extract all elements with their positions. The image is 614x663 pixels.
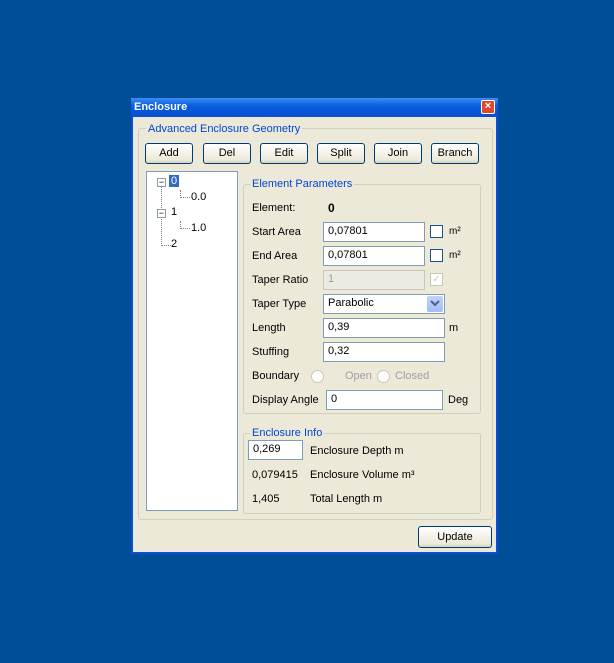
taper-type-value: Parabolic	[328, 297, 374, 309]
element-value: 0	[328, 201, 335, 215]
tree-line	[161, 245, 171, 246]
taper-ratio-label: Taper Ratio	[252, 274, 309, 286]
end-area-unit: m²	[449, 250, 461, 261]
update-button[interactable]: Update	[418, 526, 492, 548]
end-area-label: End Area	[252, 250, 298, 262]
enclosure-depth-label: Enclosure Depth m	[310, 445, 404, 457]
stuffing-label: Stuffing	[252, 346, 290, 358]
close-button[interactable]: ×	[481, 100, 495, 114]
tree-line	[180, 228, 190, 229]
start-area-label: Start Area	[252, 226, 301, 238]
taper-ratio-input: 1	[323, 270, 425, 290]
enclosure-volume-value: 0,079415	[252, 469, 298, 481]
add-button[interactable]: Add	[145, 143, 193, 164]
chevron-down-icon[interactable]	[427, 296, 443, 312]
edit-button[interactable]: Edit	[260, 143, 308, 164]
taper-type-select[interactable]: Parabolic	[323, 294, 445, 314]
element-parameters-legend: Element Parameters	[250, 178, 355, 190]
start-area-checkbox[interactable]	[430, 225, 443, 238]
enclosure-volume-label: Enclosure Volume m³	[310, 469, 415, 481]
collapse-icon[interactable]: −	[157, 178, 166, 187]
tree-item-1[interactable]: 1	[171, 206, 177, 218]
length-unit: m	[449, 322, 459, 334]
boundary-open-radio	[311, 370, 324, 383]
end-area-checkbox[interactable]	[430, 249, 443, 262]
display-angle-label: Display Angle	[252, 394, 319, 406]
length-label: Length	[252, 322, 286, 334]
display-angle-unit: Deg	[448, 394, 469, 406]
boundary-closed-radio	[377, 370, 390, 383]
tree-item-2[interactable]: 2	[171, 238, 177, 250]
element-label: Element:	[252, 202, 296, 214]
geometry-legend: Advanced Enclosure Geometry	[146, 123, 303, 135]
display-angle-input[interactable]: 0	[326, 390, 443, 410]
start-area-input[interactable]: 0,07801	[323, 222, 425, 242]
enclosure-depth-input[interactable]: 0,269	[248, 440, 303, 460]
tree-item-1-0[interactable]: 1.0	[191, 222, 206, 234]
total-length-label: Total Length m	[310, 493, 383, 505]
del-button[interactable]: Del	[203, 143, 251, 164]
element-tree[interactable]: − 0 0.0 − 1 1.0 2	[146, 171, 238, 511]
tree-line	[180, 197, 190, 198]
join-button[interactable]: Join	[374, 143, 422, 164]
tree-item-0-0[interactable]: 0.0	[191, 191, 206, 203]
stuffing-input[interactable]: 0,32	[323, 342, 445, 362]
taper-ratio-checkbox: ✓	[430, 273, 443, 286]
end-area-input[interactable]: 0,07801	[323, 246, 425, 266]
window-title: Enclosure	[134, 101, 188, 113]
start-area-unit: m²	[449, 226, 461, 237]
collapse-icon[interactable]: −	[157, 209, 166, 218]
enclosure-window: Enclosure × Advanced Enclosure Geometry …	[131, 98, 498, 554]
enclosure-info-legend: Enclosure Info	[250, 427, 325, 439]
taper-type-label: Taper Type	[252, 298, 307, 310]
branch-button[interactable]: Branch	[431, 143, 479, 164]
split-button[interactable]: Split	[317, 143, 365, 164]
total-length-value: 1,405	[252, 493, 280, 505]
boundary-label: Boundary	[252, 370, 300, 382]
boundary-closed-label: Closed	[395, 370, 430, 382]
tree-item-0[interactable]: 0	[169, 175, 180, 187]
boundary-open-label: Open	[345, 370, 372, 382]
length-input[interactable]: 0,39	[323, 318, 445, 338]
title-bar[interactable]: Enclosure ×	[131, 98, 498, 117]
